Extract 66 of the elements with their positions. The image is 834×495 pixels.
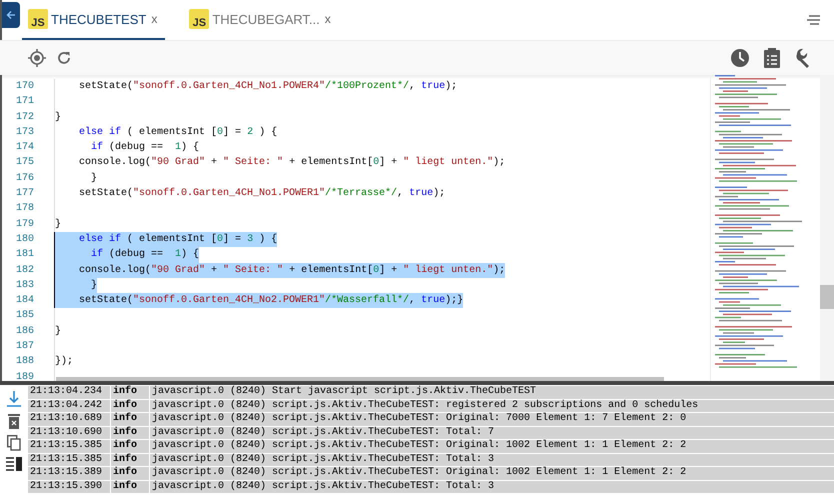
log-level: info bbox=[111, 386, 149, 398]
line-number: 179 bbox=[2, 216, 55, 232]
close-icon[interactable]: x bbox=[324, 12, 331, 26]
line-number: 188 bbox=[2, 354, 55, 370]
copy-icon[interactable] bbox=[7, 435, 21, 451]
log-level: info bbox=[111, 467, 149, 480]
log-level: info bbox=[111, 440, 149, 452]
log-level: info bbox=[111, 454, 149, 466]
line-number: 174 bbox=[2, 140, 55, 156]
scrollbar[interactable] bbox=[820, 75, 834, 381]
js-badge: JS bbox=[28, 9, 48, 29]
code-line: setState("sonoff.0.Garten_4CH_No1.POWER1"/*Terrasse*/, true); bbox=[78, 186, 446, 202]
back-arrow-icon bbox=[6, 10, 16, 20]
line-number: 185 bbox=[2, 308, 55, 324]
code-line: }); bbox=[55, 354, 74, 370]
log-time: 21:13:10.690 bbox=[28, 426, 110, 439]
code-line: } bbox=[55, 110, 62, 125]
line-number: 178 bbox=[2, 201, 55, 217]
back-button[interactable] bbox=[2, 2, 20, 28]
code-line: } bbox=[55, 218, 62, 232]
log-level: info bbox=[111, 413, 149, 426]
script-tab[interactable]: JS THECUBEGART... x bbox=[183, 0, 339, 40]
log-time: 21:13:04.234 bbox=[28, 386, 110, 398]
line-number: 173 bbox=[2, 124, 55, 140]
log-time: 21:13:10.689 bbox=[28, 413, 110, 426]
log-time: 21:13:15.385 bbox=[28, 440, 110, 452]
download-icon[interactable] bbox=[7, 391, 21, 407]
code-line: setState("sonoff.0.Garten_4CH_No1.POWER4"/*100Prozent*/, true); bbox=[78, 80, 458, 94]
refresh-icon[interactable] bbox=[56, 50, 72, 66]
columns-icon[interactable] bbox=[6, 457, 22, 471]
log-message: javascript.0 (8240) script.js.Aktiv.TheCubeTEST: Original: 1002 Element 1: 1 Element 2: 2 bbox=[150, 467, 834, 480]
log-message: javascript.0 (8240) script.js.Aktiv.TheCubeTEST: Total: 3 bbox=[150, 454, 834, 466]
line-number: 176 bbox=[2, 170, 55, 186]
code-line: if (debug == 1) { bbox=[90, 140, 200, 156]
menu-icon[interactable] bbox=[806, 15, 820, 25]
line-number: 171 bbox=[2, 94, 55, 110]
line-number: 177 bbox=[2, 186, 55, 202]
log-time: 21:13:15.390 bbox=[28, 480, 110, 493]
code-line: } bbox=[55, 324, 62, 339]
clipboard-icon[interactable] bbox=[764, 48, 780, 68]
horizontal-scrollbar[interactable] bbox=[56, 377, 664, 381]
close-icon[interactable]: x bbox=[151, 12, 158, 26]
clock-icon[interactable] bbox=[730, 48, 750, 68]
js-badge: JS bbox=[189, 9, 210, 29]
line-number: 170 bbox=[2, 79, 55, 94]
code-line: console.log("90 Grad" + " Seite: " + elementsInt[0] + " liegt unten."); bbox=[78, 156, 506, 170]
target-icon[interactable] bbox=[28, 49, 46, 67]
code-line: } bbox=[90, 172, 98, 186]
code-line: else if ( elementsInt [0] = 2 ) { bbox=[78, 126, 278, 140]
line-number: 172 bbox=[2, 110, 55, 125]
log-level: info bbox=[111, 400, 149, 412]
log-message: javascript.0 (8240) script.js.Aktiv.TheCubeTEST: registered 2 subscriptions and 0 schedules bbox=[150, 400, 834, 412]
trash-icon[interactable] bbox=[8, 413, 20, 429]
log-time: 21:13:04.242 bbox=[28, 400, 110, 412]
log-time: 21:13:15.389 bbox=[28, 467, 110, 480]
line-number: 186 bbox=[2, 324, 55, 340]
log-level: info bbox=[111, 480, 149, 493]
log-time: 21:13:15.385 bbox=[28, 454, 110, 466]
log-message: javascript.0 (8240) script.js.Aktiv.TheCubeTEST: Original: 7000 Element 1: 7 Element 2: 0 bbox=[150, 413, 834, 426]
log-message: javascript.0 (8240) Start javascript script.js.Aktiv.TheCubeTEST bbox=[150, 386, 834, 398]
log-message: javascript.0 (8240) script.js.Aktiv.TheCubeTEST: Total: 3 bbox=[150, 480, 834, 493]
log-message: javascript.0 (8240) script.js.Aktiv.TheCubeTEST: Total: 7 bbox=[150, 426, 834, 439]
line-number: 187 bbox=[2, 339, 55, 354]
log-message: javascript.0 (8240) script.js.Aktiv.TheCubeTEST: Original: 1002 Element 1: 1 Element 2: 2 bbox=[150, 440, 834, 452]
log-level: info bbox=[111, 426, 149, 439]
line-number: 175 bbox=[2, 155, 55, 171]
